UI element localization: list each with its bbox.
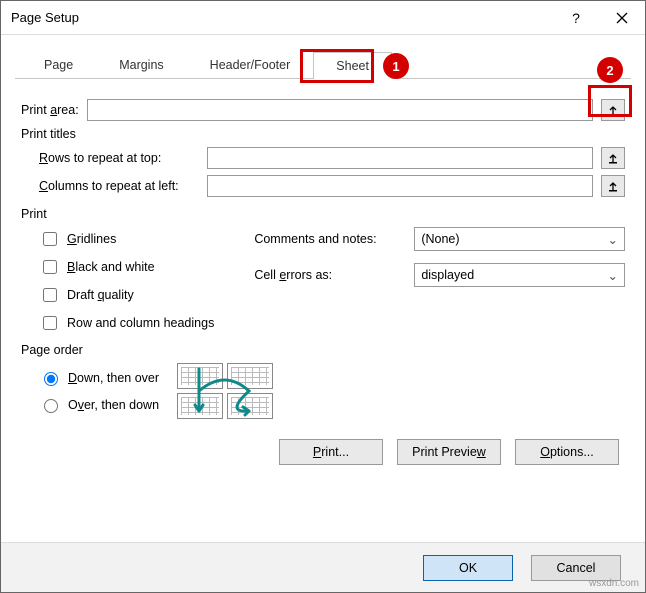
cols-repeat-input[interactable] (207, 175, 593, 197)
tab-page[interactable]: Page (21, 51, 96, 78)
tab-strip: Page Margins Header/Footer Sheet (15, 47, 631, 79)
tab-header-footer[interactable]: Header/Footer (187, 51, 314, 78)
page-order-preview (177, 363, 273, 419)
comments-label: Comments and notes: (254, 232, 404, 246)
print-preview-button[interactable]: Print Preview (397, 439, 501, 465)
rows-repeat-collapse-button[interactable] (601, 147, 625, 169)
black-white-checkbox[interactable]: Black and white (39, 257, 214, 277)
cell-errors-label: Cell errors as: (254, 268, 404, 282)
page-setup-dialog: Page Setup ? Page Margins Header/Footer … (0, 0, 646, 593)
close-icon (616, 12, 628, 24)
options-button[interactable]: Options... (515, 439, 619, 465)
draft-quality-checkbox[interactable]: Draft quality (39, 285, 214, 305)
titlebar: Page Setup ? (1, 1, 645, 35)
ok-button[interactable]: OK (423, 555, 513, 581)
tab-margins[interactable]: Margins (96, 51, 186, 78)
rows-repeat-input[interactable] (207, 147, 593, 169)
tab-content-sheet: Print area: Print titles Rows to repeat … (15, 79, 631, 475)
row-col-headings-checkbox[interactable]: Row and column headings (39, 313, 214, 333)
window-title: Page Setup (11, 10, 79, 25)
print-area-input[interactable] (87, 99, 593, 121)
collapse-icon (607, 180, 619, 192)
page-order-group-label: Page order (21, 343, 625, 357)
chevron-down-icon: ⌄ (608, 232, 618, 247)
print-area-label: Print area: (21, 103, 79, 117)
cols-repeat-label: Columns to repeat at left: (39, 179, 199, 193)
help-button[interactable]: ? (553, 1, 599, 35)
collapse-icon (607, 152, 619, 164)
gridlines-checkbox[interactable]: Gridlines (39, 229, 214, 249)
rows-repeat-label: Rows to repeat at top: (39, 151, 199, 165)
close-button[interactable] (599, 1, 645, 35)
print-button[interactable]: Print... (279, 439, 383, 465)
cols-repeat-collapse-button[interactable] (601, 175, 625, 197)
print-titles-group-label: Print titles (21, 127, 625, 141)
print-area-collapse-button[interactable] (601, 99, 625, 121)
cancel-button[interactable]: Cancel (531, 555, 621, 581)
print-group-label: Print (21, 207, 625, 221)
collapse-icon (607, 104, 619, 116)
dialog-footer: OK Cancel (1, 542, 645, 592)
chevron-down-icon: ⌄ (608, 268, 618, 283)
watermark: wsxdn.com (589, 578, 639, 589)
tab-sheet[interactable]: Sheet (313, 52, 392, 79)
over-then-down-radio[interactable]: Over, then down (39, 396, 159, 413)
cell-errors-select[interactable]: displayed ⌄ (414, 263, 625, 287)
down-then-over-radio[interactable]: Down, then over (39, 369, 159, 386)
comments-select[interactable]: (None) ⌄ (414, 227, 625, 251)
